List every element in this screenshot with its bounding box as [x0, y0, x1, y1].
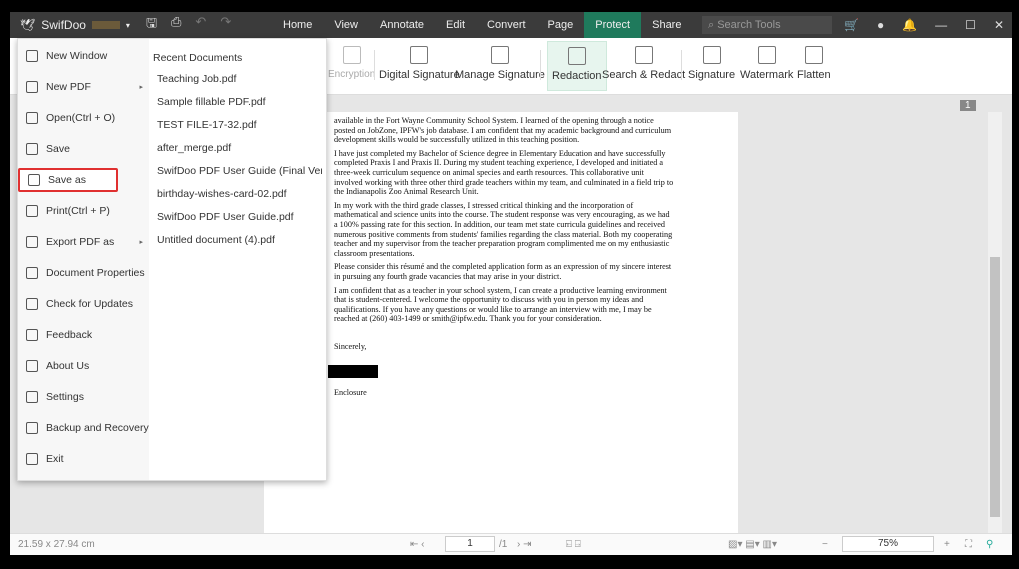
- menu-item-new-window[interactable]: New Window: [18, 44, 149, 68]
- paragraph: In my work with the third grade classes,…: [334, 200, 673, 258]
- recent-document[interactable]: birthday-wishes-card-02.pdf: [157, 188, 322, 200]
- menu-convert[interactable]: Convert: [476, 12, 537, 38]
- recent-document[interactable]: TEST FILE-17-32.pdf: [157, 119, 322, 131]
- menu-item-save[interactable]: Save: [18, 137, 149, 161]
- menu-item-icon: [26, 112, 38, 124]
- redo-icon[interactable]: ↷: [220, 14, 231, 36]
- zoom-out-button[interactable]: −: [822, 539, 828, 550]
- paragraph: I have just completed my Bachelor of Sci…: [334, 148, 674, 197]
- enclosure: Enclosure: [334, 388, 367, 398]
- cart-icon[interactable]: 🛒: [844, 18, 859, 32]
- prev-view-button[interactable]: ⍇ ⍈: [566, 539, 581, 550]
- menu-edit[interactable]: Edit: [435, 12, 476, 38]
- submenu-arrow-icon: ▸: [139, 84, 143, 91]
- zoom-in-button[interactable]: +: [944, 539, 950, 550]
- fullscreen-icon[interactable]: ⛶: [965, 539, 972, 550]
- tool-flatten[interactable]: Flatten: [793, 41, 835, 91]
- tool-encryption[interactable]: Encryptionryption: [324, 41, 379, 91]
- redaction-box: [328, 365, 378, 379]
- menu-item-icon: [26, 360, 38, 372]
- search-icon: ⌕: [708, 19, 718, 31]
- menu-bar: Home View Annotate Edit Convert Page Protect Sh…: [272, 12, 737, 38]
- tool-search-redact[interactable]: Search & Redact: [598, 41, 689, 91]
- submenu-arrow-icon: ▸: [139, 239, 143, 246]
- menu-item-print-ctrl-p-[interactable]: Print(Ctrl + P): [18, 199, 149, 223]
- pin-icon[interactable]: ⚲: [986, 539, 993, 550]
- menu-share[interactable]: Share: [641, 12, 692, 38]
- file-menu: Recent Documents New Window New PDF ▸ Open(…: [17, 38, 327, 481]
- search-tools-input[interactable]: ⌕ Search Tools: [702, 16, 832, 34]
- menu-item-check-for-updates[interactable]: Check for Updates: [18, 292, 149, 316]
- menu-annotate[interactable]: Annotate: [369, 12, 435, 38]
- save-icon[interactable]: 🖫: [146, 14, 157, 36]
- menu-home[interactable]: Home: [272, 12, 323, 38]
- vertical-scrollbar[interactable]: [988, 112, 1002, 533]
- recent-document[interactable]: after_merge.pdf: [157, 142, 322, 154]
- minimize-button[interactable]: —: [935, 18, 947, 32]
- menu-view[interactable]: View: [323, 12, 369, 38]
- menu-item-about-us[interactable]: About Us: [18, 354, 149, 378]
- view-mode-icons[interactable]: ▨▾ ▤▾ ▥▾: [728, 539, 777, 550]
- total-pages: /1: [499, 539, 508, 550]
- recent-document[interactable]: Untitled document (4).pdf: [157, 234, 322, 246]
- page-number-input[interactable]: 1: [445, 536, 495, 552]
- paragraph: available in the Fort Wayne Community Sc…: [334, 116, 672, 145]
- menu-item-icon: [26, 236, 38, 248]
- recent-document[interactable]: Teaching Job.pdf: [157, 73, 322, 85]
- page-size: 21.59 x 27.94 cm: [18, 539, 95, 550]
- recent-documents-title: Recent Documents: [153, 52, 243, 64]
- status-bar: 21.59 x 27.94 cm ⇤ ‹ 1 /1 › ⇥ ⍇ ⍈ ▨▾ ▤▾ …: [10, 533, 1012, 555]
- print-icon[interactable]: ⎙: [171, 14, 181, 36]
- app-menu-button[interactable]: 🕊 SwifDoo ▾: [20, 18, 130, 32]
- menu-item-backup-and-recovery[interactable]: Backup and Recovery: [18, 416, 149, 440]
- recent-document[interactable]: SwifDoo PDF User Guide.pdf: [157, 211, 322, 223]
- menu-item-new-pdf[interactable]: New PDF ▸: [18, 75, 149, 99]
- menu-item-feedback[interactable]: Feedback: [18, 323, 149, 347]
- bell-icon[interactable]: 🔔: [902, 18, 917, 32]
- paragraph: Please consider this résumé and the comp…: [334, 262, 672, 281]
- tool-manage-signature[interactable]: Manage Signature: [451, 41, 549, 91]
- menu-item-icon: [26, 143, 38, 155]
- menu-item-icon: [28, 174, 40, 186]
- next-page-button[interactable]: › ⇥: [517, 539, 532, 550]
- tool-watermark[interactable]: Watermark: [736, 41, 797, 91]
- menu-protect[interactable]: Protect: [584, 12, 642, 38]
- menu-item-open-ctrl-o-[interactable]: Open(Ctrl + O): [18, 106, 149, 130]
- menu-item-save-as[interactable]: Save as: [18, 168, 118, 192]
- encryption-label: Encryptionryption: [328, 69, 376, 80]
- title-bar: 🕊 SwifDoo ▾ 🖫 ⎙ ↶ ↷ Home View Annotate Edit Conve…: [10, 12, 1012, 38]
- menu-item-document-properties[interactable]: Document Properties: [18, 261, 149, 285]
- menu-item-icon: [26, 391, 38, 403]
- menu-item-icon: [26, 205, 38, 217]
- menu-item-settings[interactable]: Settings: [18, 385, 149, 409]
- recent-document[interactable]: SwifDoo PDF User Guide (Final Version...: [157, 165, 322, 177]
- tool-signature[interactable]: Signature: [684, 41, 739, 91]
- recent-document[interactable]: Sample fillable PDF.pdf: [157, 96, 322, 108]
- first-page-button[interactable]: ⇤ ‹: [410, 539, 425, 550]
- paragraph: I am confident that as a teacher in your…: [334, 285, 667, 324]
- zoom-input[interactable]: 75%: [842, 536, 934, 552]
- menu-page[interactable]: Page: [537, 12, 585, 38]
- menu-item-icon: [26, 267, 38, 279]
- maximize-button[interactable]: ☐: [965, 18, 976, 32]
- closing: Sincerely,: [334, 341, 367, 351]
- menu-item-icon: [26, 329, 38, 341]
- page-badge: 1: [960, 100, 976, 111]
- menu-item-exit[interactable]: Exit: [18, 447, 149, 471]
- bird-logo-icon: 🕊: [20, 18, 36, 32]
- encryption-partial-label: ryption: [345, 69, 376, 80]
- menu-item-icon: [26, 453, 38, 465]
- user-icon[interactable]: ●: [877, 18, 884, 32]
- menu-item-export-pdf-as[interactable]: Export PDF as ▸: [18, 230, 149, 254]
- close-button[interactable]: ✕: [994, 18, 1004, 32]
- pdf-page: available in the Fort Wayne Community Sc…: [264, 112, 738, 533]
- menu-item-icon: [26, 422, 38, 434]
- menu-item-icon: [26, 81, 38, 93]
- menu-item-icon: [26, 50, 38, 62]
- undo-icon[interactable]: ↶: [195, 14, 206, 36]
- menu-item-icon: [26, 298, 38, 310]
